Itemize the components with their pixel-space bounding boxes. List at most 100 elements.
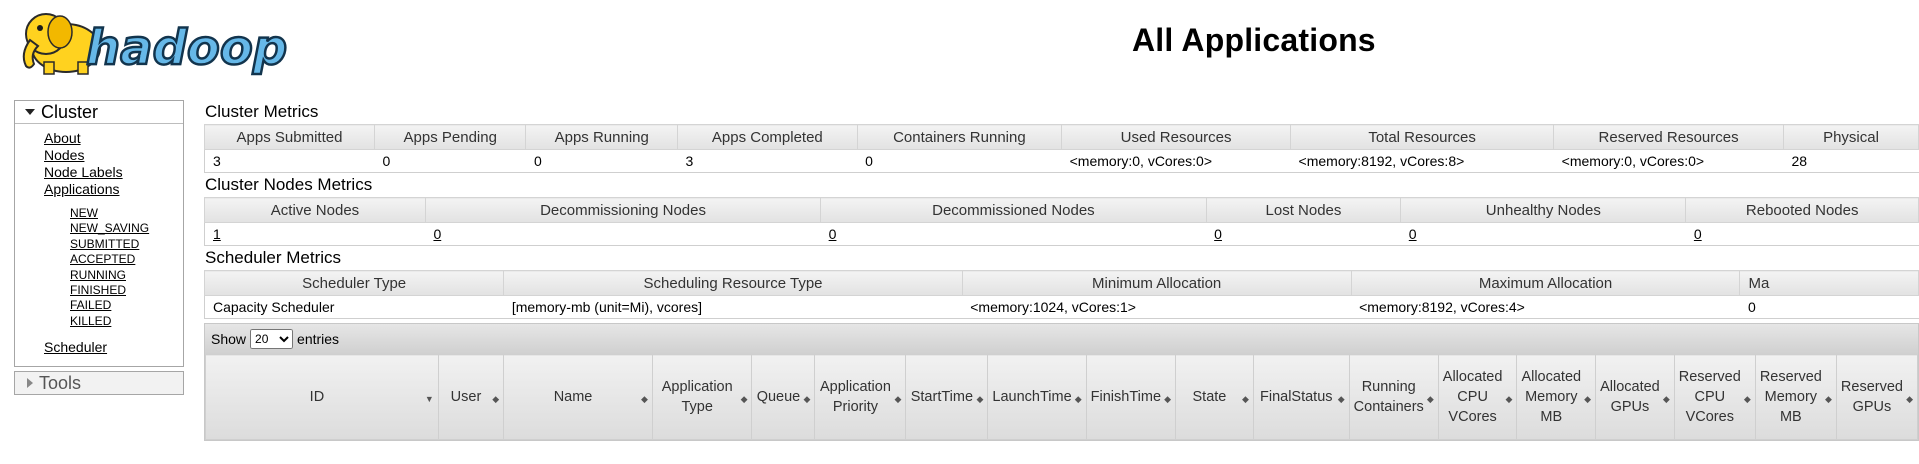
page-title: All Applications [1132,22,1376,58]
column-header: Decommissioning Nodes [424,197,822,223]
table-cell: [memory-mb (unit=Mi), vcores] [503,295,963,319]
column-header-reserved-gpus[interactable]: Reserved GPUs ◆ [1835,354,1919,440]
column-header: Apps Pending [374,124,527,150]
table-cell: 0 [820,222,1207,246]
decommissioned-nodes-link[interactable]: 0 [829,226,837,242]
table-cell: 0 [1206,222,1401,246]
table-cell: 1 [204,222,426,246]
tools-section-label: Tools [39,372,82,393]
column-header-reserved-cpu-vcores[interactable]: Reserved CPU VCores ◆ [1673,354,1756,440]
column-header-application-priority[interactable]: Application Priority ◆ [814,354,907,440]
sidebar: Cluster About Nodes Node Labels Applicat… [14,100,184,396]
cluster-nav: Cluster About Nodes Node Labels Applicat… [14,100,184,368]
column-header-running-containers[interactable]: Running Containers ◆ [1348,354,1439,440]
sort-icon: ◆ [1505,394,1513,404]
column-header: Apps Submitted [203,124,376,150]
column-header: Minimum Allocation [961,270,1352,296]
sort-icon: ◆ [803,394,811,404]
column-header-user[interactable]: User ◆ [437,354,505,440]
hadoop-logo[interactable]: hadoop [16,4,316,80]
nav-link-node-labels[interactable]: Node Labels [44,164,183,181]
column-label: LaunchTime [992,389,1072,405]
column-label: Running Containers [1353,379,1424,415]
scheduler-metrics-table: Scheduler Type Scheduling Resource Type … [203,270,1919,319]
nav-link-state-accepted[interactable]: ACCEPTED [70,252,183,267]
nodes-metrics-table: Active Nodes Decommissioning Nodes Decom… [204,197,1919,246]
table-header-row: Apps Submitted Apps Pending Apps Running… [203,124,1919,150]
column-label: FinishTime [1090,389,1162,405]
decommissioning-nodes-link[interactable]: 0 [433,226,441,242]
table-cell: 28 [1783,149,1919,173]
nav-link-about[interactable]: About [44,130,183,147]
cluster-metrics-title: Cluster Metrics [205,102,319,121]
column-label: State [1192,389,1227,405]
column-label: FinalStatus [1259,389,1333,405]
unhealthy-nodes-link[interactable]: 0 [1409,226,1417,242]
column-header: Active Nodes [204,197,426,223]
tools-section-toggle[interactable]: Tools [15,372,183,395]
applications-table: ID ▼ User ◆ Name ◆ Application Type ◆ Queue ◆… [205,354,1919,440]
nav-link-scheduler[interactable]: Scheduler [44,339,183,356]
elephant-icon: hadoop [22,13,288,77]
show-label: Show [211,331,247,347]
column-header: Reserved Resources [1553,124,1784,150]
column-header-final-status[interactable]: FinalStatus ◆ [1252,354,1350,440]
column-label: Reserved CPU VCores [1678,369,1741,425]
table-row: 3 0 0 3 0 <memory:0, vCores:0> <memory:8… [203,149,1919,173]
column-header: Unhealthy Nodes [1400,197,1687,223]
column-header: Apps Running [525,124,678,150]
column-header-application-type[interactable]: Application Type ◆ [651,354,753,440]
column-label: Queue [756,389,801,405]
sort-icon: ◆ [976,394,984,404]
nav-link-nodes[interactable]: Nodes [44,147,183,164]
nav-link-state-new[interactable]: NEW [70,206,183,221]
column-header-name[interactable]: Name ◆ [503,354,653,440]
nav-link-state-killed[interactable]: KILLED [70,314,183,329]
sort-icon: ◆ [1337,394,1345,404]
rebooted-nodes-link[interactable]: 0 [1694,226,1702,242]
table-cell: <memory:0, vCores:0> [1553,149,1784,173]
column-label: Application Type [661,379,733,415]
tools-nav: Tools [14,371,184,396]
nav-link-state-finished[interactable]: FINISHED [70,283,183,298]
table-cell: 3 [677,149,858,173]
column-header-id[interactable]: ID ▼ [205,354,439,440]
applications-table-wrapper: Show 10 20 50 100 entries ID ▼ User ◆ Name… [204,323,1919,441]
column-label: Reserved GPUs [1840,379,1903,415]
column-header: Maximum Allocation [1350,270,1741,296]
table-cell: <memory:1024, vCores:1> [962,295,1352,319]
table-cell: 0 [1739,295,1919,319]
column-header-allocated-memory-mb[interactable]: Allocated Memory MB ◆ [1516,354,1597,440]
active-nodes-link[interactable]: 1 [213,226,221,242]
apps-header-row: ID ▼ User ◆ Name ◆ Application Type ◆ Queue ◆… [205,354,1919,440]
table-cell: 3 [203,149,375,173]
lost-nodes-link[interactable]: 0 [1214,226,1222,242]
page-size-select[interactable]: 10 20 50 100 [250,329,294,349]
column-header-start-time[interactable]: StartTime ◆ [905,354,989,440]
column-header-allocated-cpu-vcores[interactable]: Allocated CPU VCores ◆ [1437,354,1518,440]
sort-icon: ◆ [1906,394,1913,404]
column-header-state[interactable]: State ◆ [1175,354,1254,440]
table-cell: <memory:0, vCores:0> [1061,149,1291,173]
column-header-allocated-gpus[interactable]: Allocated GPUs ◆ [1595,354,1675,440]
column-header: Apps Completed [676,124,858,150]
nav-link-state-failed[interactable]: FAILED [70,298,183,313]
column-label: User [450,389,482,405]
sort-icon: ◆ [641,394,648,404]
main-content: Cluster Metrics Apps Submitted Apps Pend… [203,100,1919,441]
column-header-queue[interactable]: Queue ◆ [751,354,816,440]
table-header-row: Scheduler Type Scheduling Resource Type … [203,270,1919,296]
nav-link-state-new-saving[interactable]: NEW_SAVING [70,221,183,236]
column-header-finish-time[interactable]: FinishTime ◆ [1085,354,1177,440]
apps-toolbar: Show 10 20 50 100 entries [205,324,1918,354]
nav-link-state-submitted[interactable]: SUBMITTED [70,237,183,252]
sort-icon: ◆ [1241,394,1249,404]
column-header-launch-time[interactable]: LaunchTime ◆ [987,354,1087,440]
sort-icon: ◆ [1584,394,1592,404]
table-cell: 0 [374,149,526,173]
nav-link-applications[interactable]: Applications [44,181,183,198]
cluster-section-toggle[interactable]: Cluster [15,101,183,124]
table-cell: 0 [857,149,1062,173]
nav-link-state-running[interactable]: RUNNING [70,268,183,283]
column-header-reserved-memory-mb[interactable]: Reserved Memory MB ◆ [1754,354,1837,440]
